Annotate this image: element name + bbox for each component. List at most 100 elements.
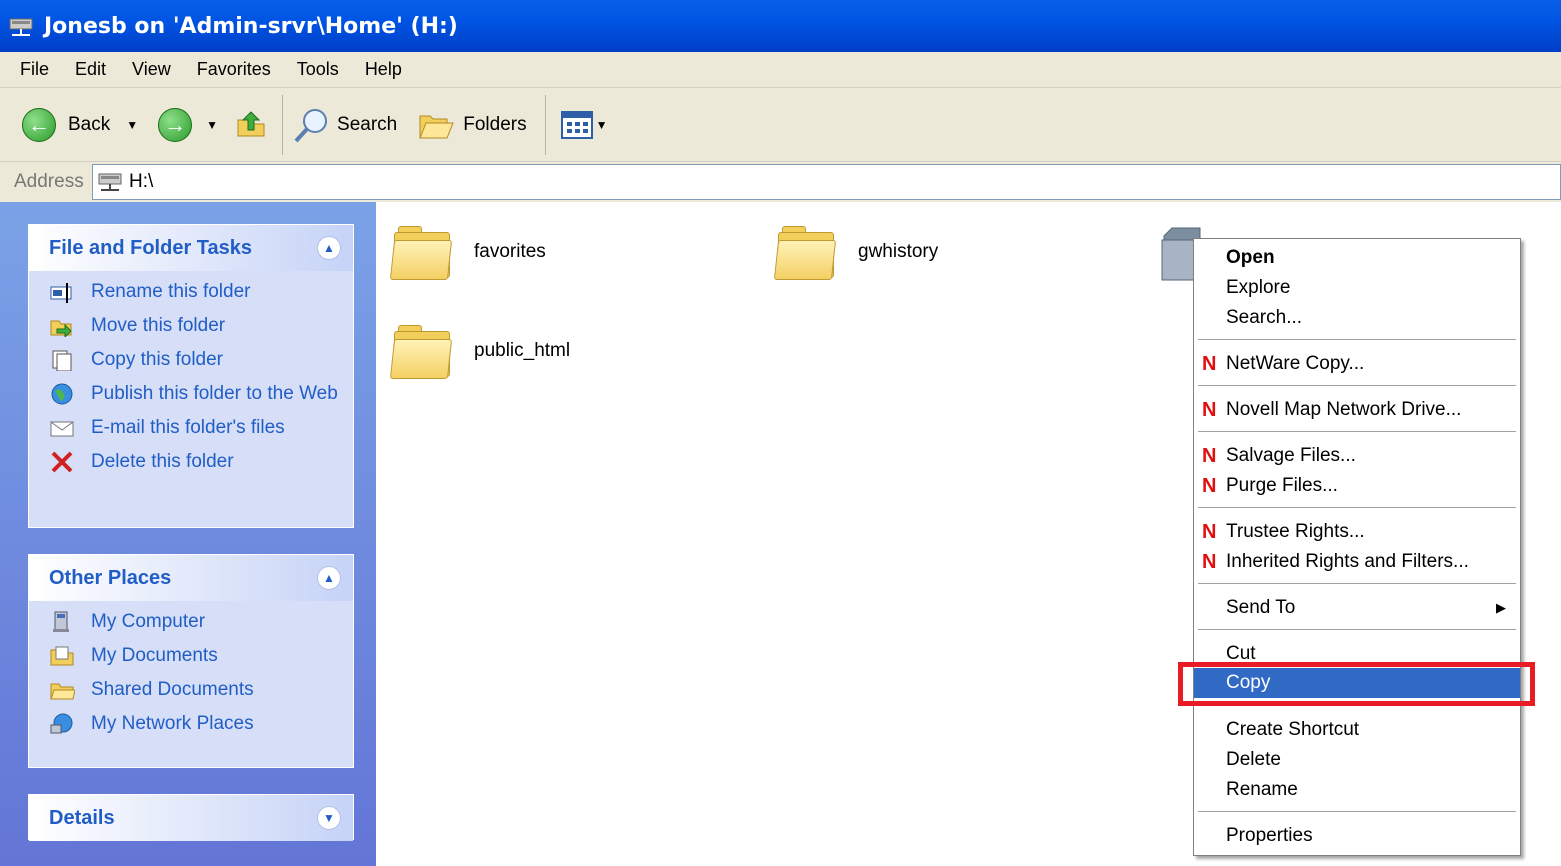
novell-icon: N [1202, 520, 1217, 543]
folder-name: gwhistory [858, 241, 939, 262]
menu-file[interactable]: File [20, 59, 49, 80]
menu-novell-map-drive[interactable]: N Novell Map Network Drive... [1194, 395, 1520, 425]
menu-label: Inherited Rights and Filters... [1226, 551, 1469, 572]
menu-tools[interactable]: Tools [297, 59, 339, 80]
folder-item[interactable]: public_html [389, 319, 570, 383]
task-label: Copy this folder [91, 349, 224, 370]
menu-inherited-rights[interactable]: N Inherited Rights and Filters... [1194, 547, 1520, 577]
up-folder-icon[interactable] [234, 108, 268, 142]
place-label: My Documents [91, 645, 218, 666]
details-title: Details [49, 806, 115, 829]
menu-purge-files[interactable]: N Purge Files... [1194, 471, 1520, 501]
novell-icon: N [1202, 474, 1217, 497]
my-documents-link[interactable]: My Documents [49, 645, 353, 667]
address-label: Address [14, 171, 84, 192]
collapse-icon[interactable]: ▲ [317, 566, 341, 590]
file-folder-tasks-panel: File and Folder Tasks ▲ Rename this fold… [28, 224, 354, 528]
menu-label: Delete [1226, 749, 1281, 770]
address-input[interactable]: H:\ [92, 164, 1561, 200]
novell-icon: N [1202, 352, 1217, 375]
menu-bar: File Edit View Favorites Tools Help [0, 52, 1561, 88]
task-label: Rename this folder [91, 281, 251, 302]
novell-icon: N [1202, 398, 1217, 421]
menu-edit[interactable]: Edit [75, 59, 106, 80]
back-dropdown-icon[interactable]: ▼ [126, 118, 138, 132]
network-globe-icon [49, 713, 75, 735]
menu-help[interactable]: Help [365, 59, 402, 80]
title-bar: Jonesb on 'Admin-srvr\Home' (H:) [0, 0, 1561, 52]
move-folder-icon [49, 315, 75, 339]
forward-dropdown-icon[interactable]: ▼ [206, 118, 218, 132]
menu-salvage-files[interactable]: N Salvage Files... [1194, 441, 1520, 471]
search-button[interactable]: Search [291, 105, 397, 145]
rename-folder-task[interactable]: Rename this folder [49, 281, 353, 303]
menu-label: Explore [1226, 277, 1291, 298]
menu-favorites[interactable]: Favorites [197, 59, 271, 80]
copy-folder-task[interactable]: Copy this folder [49, 349, 353, 372]
menu-explore[interactable]: Explore [1194, 273, 1520, 303]
folder-icon [773, 220, 838, 284]
menu-separator [1198, 583, 1516, 584]
menu-label: Purge Files... [1226, 475, 1338, 496]
menu-create-shortcut[interactable]: Create Shortcut [1194, 715, 1520, 745]
window-title: Jonesb on 'Admin-srvr\Home' (H:) [44, 13, 458, 39]
email-files-task[interactable]: E-mail this folder's files [49, 417, 353, 439]
menu-label: Salvage Files... [1226, 445, 1356, 466]
publish-folder-task[interactable]: Publish this folder to the Web [49, 383, 353, 405]
views-icon[interactable] [560, 110, 594, 140]
menu-send-to[interactable]: Send To ▶ [1194, 593, 1520, 623]
highlight-box [1178, 662, 1535, 706]
details-header[interactable]: Details ▼ [29, 795, 353, 841]
menu-separator [1198, 629, 1516, 630]
menu-netware-copy[interactable]: N NetWare Copy... [1194, 349, 1520, 379]
details-panel: Details ▼ [28, 794, 354, 841]
menu-label: Rename [1226, 779, 1298, 800]
file-folder-tasks-header[interactable]: File and Folder Tasks ▲ [29, 225, 353, 271]
menu-delete[interactable]: Delete [1194, 745, 1520, 775]
toolbar: ← Back ▼ → ▼ Search Folders ▼ [0, 88, 1561, 162]
shared-folder-icon [49, 679, 76, 701]
copy-icon [49, 349, 75, 372]
back-arrow-icon: ← [22, 107, 56, 142]
forward-button[interactable]: → [158, 107, 193, 142]
collapse-icon[interactable]: ▲ [317, 236, 341, 260]
submenu-arrow-icon: ▶ [1496, 600, 1506, 615]
globe-icon [49, 383, 75, 405]
menu-open[interactable]: Open [1194, 243, 1520, 273]
novell-icon: N [1202, 444, 1217, 467]
folder-item[interactable]: favorites [389, 220, 546, 284]
menu-label: Send To [1226, 597, 1296, 618]
network-drive-icon [97, 171, 125, 193]
task-label: Delete this folder [91, 451, 234, 472]
other-places-header[interactable]: Other Places ▲ [29, 555, 353, 601]
menu-rename[interactable]: Rename [1194, 775, 1520, 805]
expand-icon[interactable]: ▼ [317, 806, 341, 830]
menu-label: Properties [1226, 825, 1313, 846]
folders-button[interactable]: Folders [417, 108, 527, 142]
search-label: Search [337, 113, 398, 135]
menu-search[interactable]: Search... [1194, 303, 1520, 333]
folders-label: Folders [463, 113, 527, 135]
delete-folder-task[interactable]: Delete this folder [49, 451, 353, 473]
shared-documents-link[interactable]: Shared Documents [49, 679, 353, 701]
folder-item[interactable]: gwhistory [773, 220, 939, 284]
network-drive-icon [8, 15, 34, 37]
menu-properties[interactable]: Properties [1194, 821, 1520, 851]
move-folder-task[interactable]: Move this folder [49, 315, 353, 339]
documents-folder-icon [49, 645, 75, 667]
views-dropdown-icon[interactable]: ▼ [596, 118, 608, 132]
menu-view[interactable]: View [132, 59, 171, 80]
back-button[interactable]: ← Back [22, 107, 110, 142]
my-network-places-link[interactable]: My Network Places [49, 713, 353, 735]
folder-icon [389, 319, 454, 383]
menu-trustee-rights[interactable]: N Trustee Rights... [1194, 517, 1520, 547]
my-computer-link[interactable]: My Computer [49, 611, 353, 633]
other-places-title: Other Places [49, 566, 172, 589]
menu-label: Trustee Rights... [1226, 521, 1365, 542]
folders-icon [417, 108, 455, 142]
menu-separator [1198, 385, 1516, 386]
folder-icon [389, 220, 454, 284]
rename-icon [49, 281, 75, 303]
menu-label: Search... [1226, 307, 1303, 328]
menu-label: NetWare Copy... [1226, 353, 1365, 374]
